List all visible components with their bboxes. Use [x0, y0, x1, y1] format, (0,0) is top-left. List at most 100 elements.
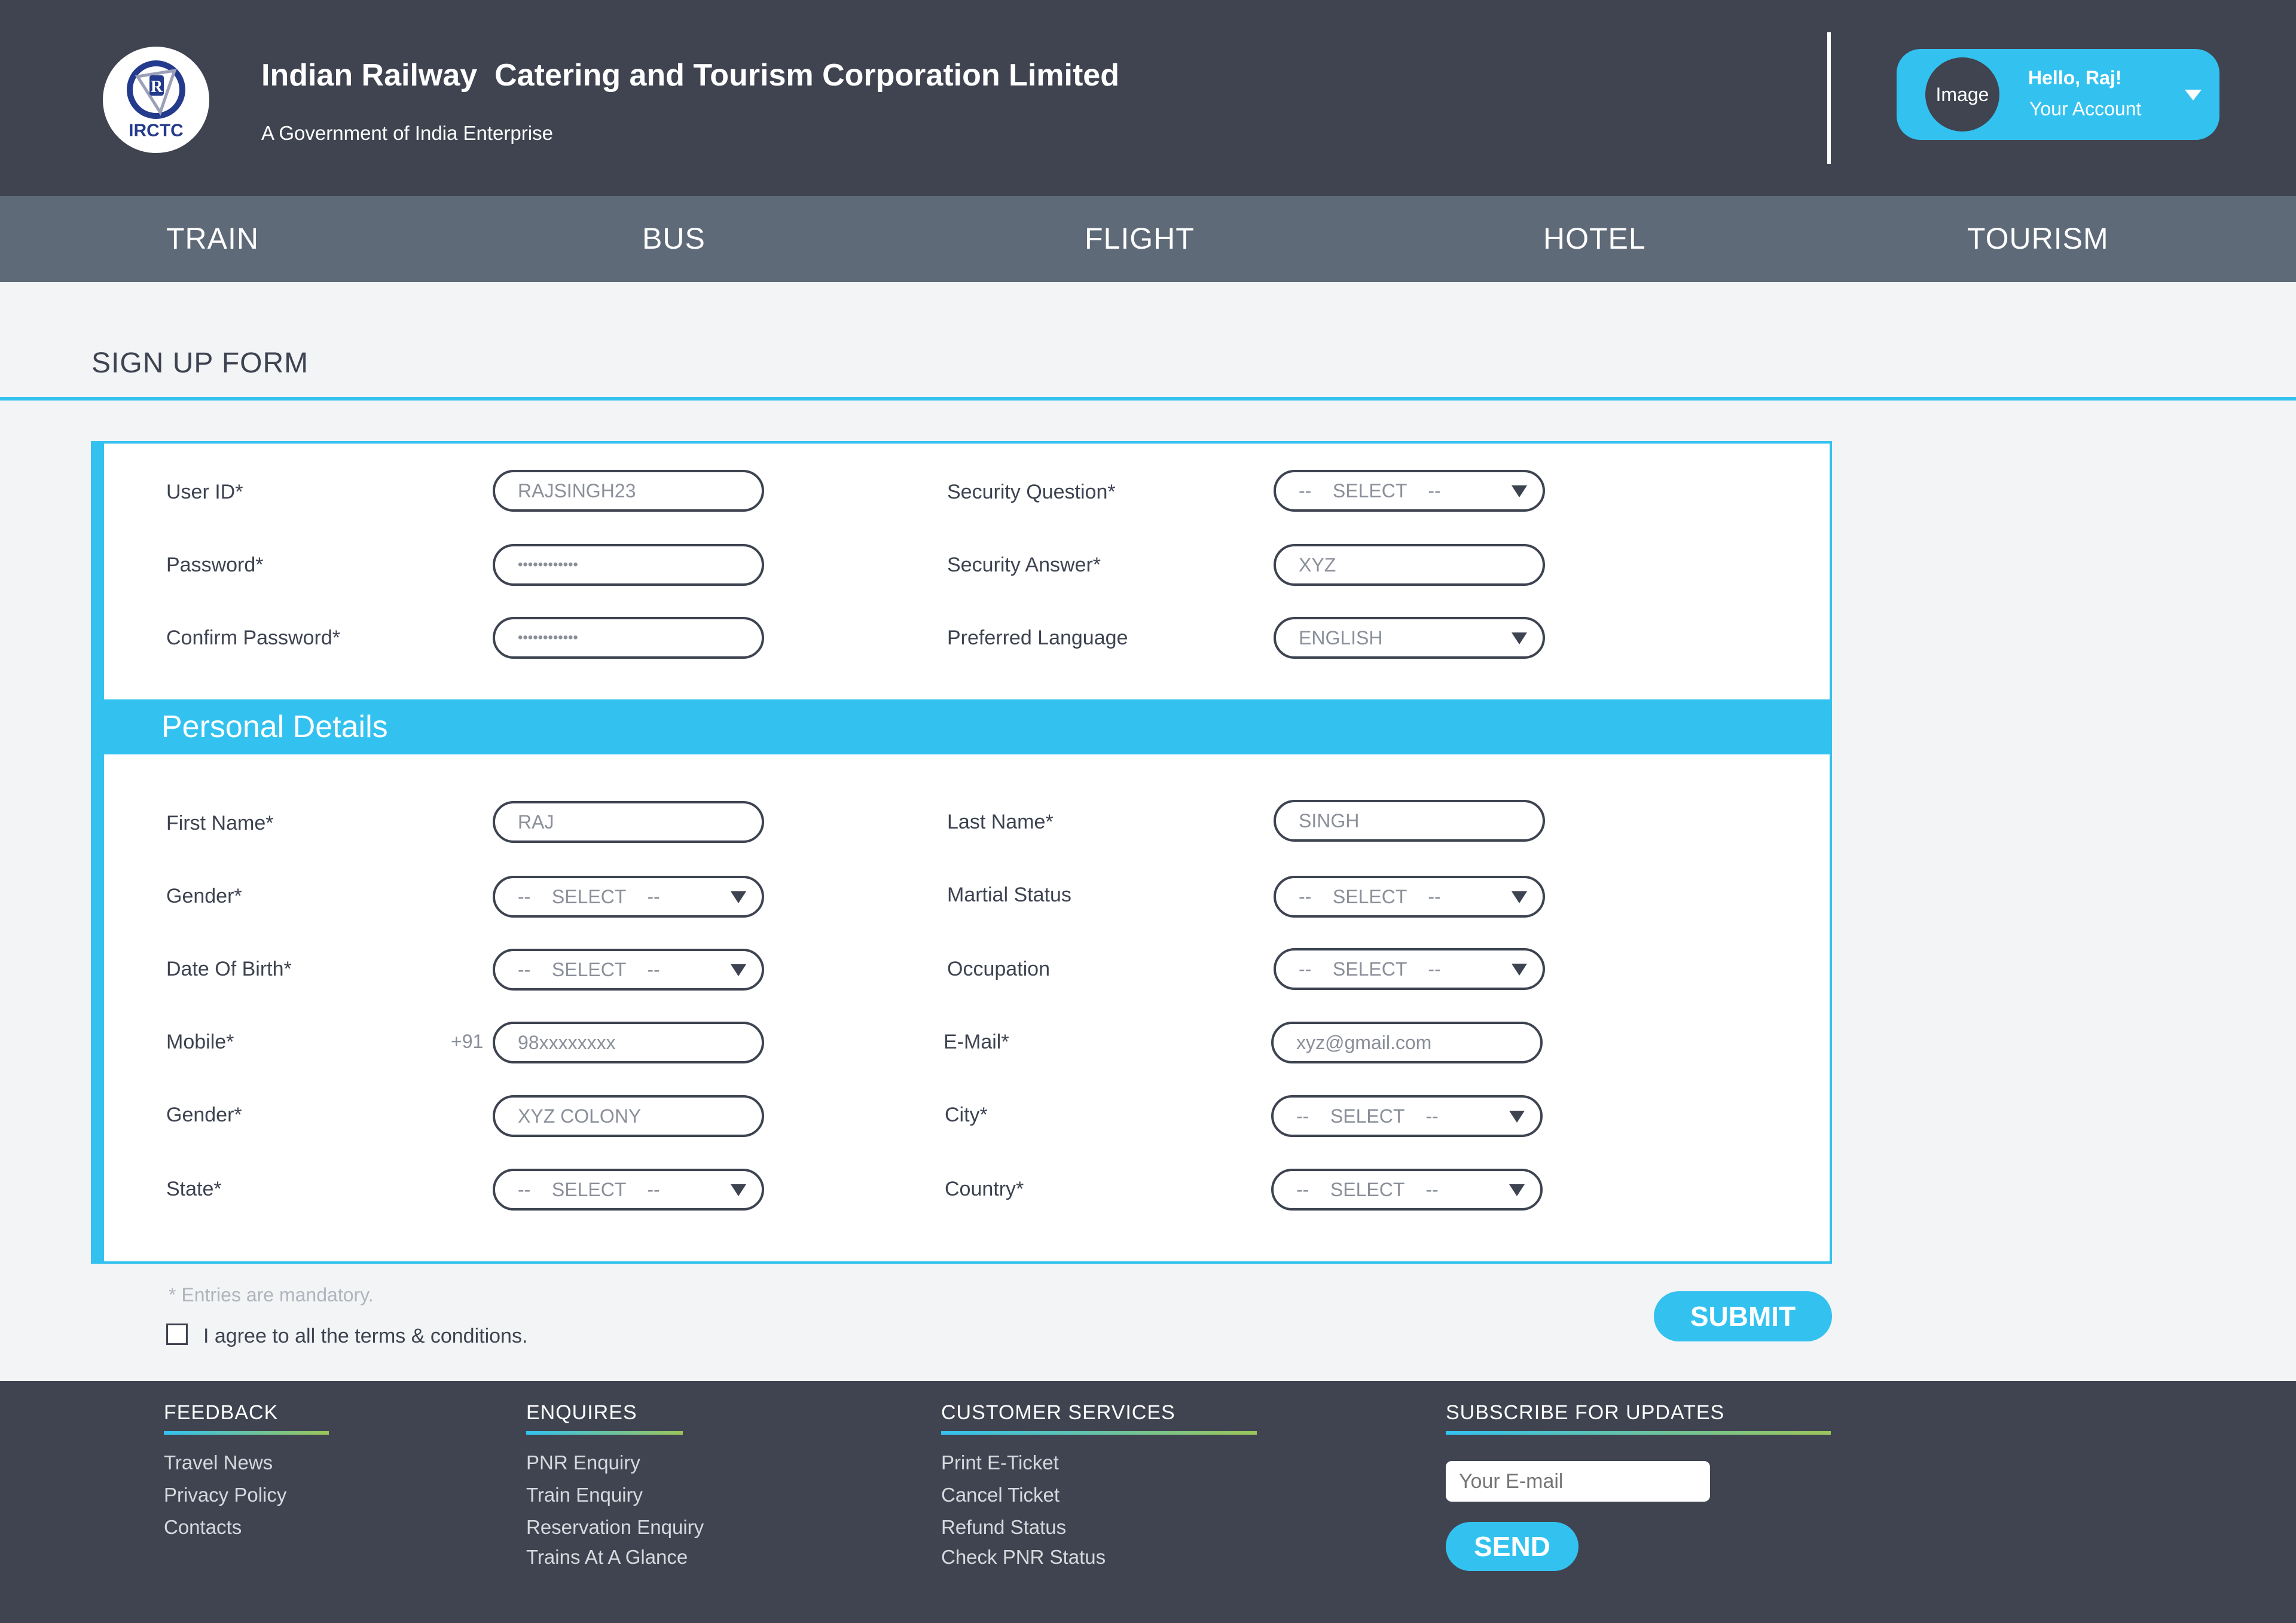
mobile-prefix: +91	[451, 1031, 484, 1052]
chevron-down-icon	[1512, 632, 1527, 644]
marital-status-label: Martial Status	[947, 884, 1071, 906]
address-input[interactable]: XYZ COLONY	[493, 1095, 764, 1137]
dob-value: -- SELECT --	[518, 959, 660, 980]
footer-heading-underline	[526, 1431, 683, 1435]
gender-value: -- SELECT --	[518, 886, 660, 907]
irctc-logo[interactable]: R IRCTC	[103, 47, 209, 153]
chevron-down-icon	[1512, 485, 1527, 497]
dob-select[interactable]: -- SELECT --	[493, 949, 764, 991]
city-value: -- SELECT --	[1296, 1105, 1439, 1127]
mobile-label: Mobile*	[166, 1031, 234, 1053]
state-select[interactable]: -- SELECT --	[493, 1169, 764, 1211]
user-id-input[interactable]: RAJSINGH23	[493, 470, 764, 512]
mandatory-note: * Entries are mandatory.	[169, 1284, 374, 1306]
footer-heading-subscribe: SUBSCRIBE FOR UPDATES	[1446, 1401, 1725, 1424]
last-name-input[interactable]: SINGH	[1274, 800, 1545, 842]
footer-link[interactable]: Print E-Ticket	[941, 1451, 1059, 1474]
security-answer-input[interactable]: XYZ	[1274, 544, 1545, 586]
avatar: Image	[1925, 57, 1999, 132]
terms-checkbox[interactable]	[166, 1324, 188, 1345]
address-label: Gender*	[166, 1104, 242, 1126]
preferred-language-label: Preferred Language	[947, 626, 1128, 649]
mobile-input[interactable]: 98xxxxxxxx	[493, 1022, 764, 1063]
account-menu-button[interactable]: Image Hello, Raj! Your Account	[1897, 49, 2219, 140]
footer-link[interactable]: Travel News	[164, 1451, 273, 1474]
state-value: -- SELECT --	[518, 1179, 660, 1200]
confirm-password-input[interactable]: ••••••••••••	[493, 617, 764, 659]
header: R IRCTC Indian Railway Catering and Tour…	[0, 0, 2296, 196]
nav-item-train[interactable]: TRAIN	[166, 221, 259, 256]
user-id-label: User ID*	[166, 481, 243, 503]
org-subtitle: A Government of India Enterprise	[261, 122, 553, 144]
submit-button[interactable]: SUBMIT	[1654, 1291, 1832, 1341]
security-question-select[interactable]: -- SELECT --	[1274, 470, 1545, 512]
footer-link[interactable]: Train Enquiry	[526, 1484, 643, 1506]
city-select[interactable]: -- SELECT --	[1271, 1095, 1543, 1137]
main-nav: TRAIN BUS FLIGHT HOTEL TOURISM	[0, 196, 2296, 282]
svg-text:R: R	[151, 78, 163, 96]
header-divider	[1827, 32, 1831, 164]
logo-text: IRCTC	[129, 121, 184, 140]
password-label: Password*	[166, 554, 264, 576]
footer-heading-customer-services: CUSTOMER SERVICES	[941, 1401, 1176, 1424]
occupation-value: -- SELECT --	[1299, 958, 1441, 980]
terms-label[interactable]: I agree to all the terms & conditions.	[203, 1325, 527, 1348]
occupation-select[interactable]: -- SELECT --	[1274, 948, 1545, 990]
marital-status-value: -- SELECT --	[1299, 886, 1441, 907]
chevron-down-icon[interactable]	[2185, 90, 2202, 100]
password-input[interactable]: ••••••••••••	[493, 544, 764, 586]
email-input[interactable]: xyz@gmail.com	[1271, 1022, 1543, 1063]
country-value: -- SELECT --	[1296, 1179, 1439, 1200]
footer-link[interactable]: Cancel Ticket	[941, 1484, 1060, 1506]
gender-label: Gender*	[166, 885, 242, 907]
footer-heading-enquires: ENQUIRES	[526, 1401, 637, 1424]
chevron-down-icon	[1512, 891, 1527, 903]
chevron-down-icon	[731, 1184, 746, 1196]
email-label: E-Mail*	[944, 1031, 1009, 1053]
your-account-link[interactable]: Your Account	[2029, 98, 2141, 120]
footer-link[interactable]: Refund Status	[941, 1516, 1066, 1539]
footer-heading-underline	[164, 1431, 329, 1435]
chevron-down-icon	[731, 964, 746, 976]
personal-details-header: Personal Details	[104, 699, 1832, 754]
confirm-password-label: Confirm Password*	[166, 626, 340, 649]
last-name-label: Last Name*	[947, 811, 1054, 833]
nav-item-tourism[interactable]: TOURISM	[1967, 221, 2109, 256]
nav-item-hotel[interactable]: HOTEL	[1543, 221, 1646, 256]
nav-item-bus[interactable]: BUS	[642, 221, 706, 256]
footer-link[interactable]: Check PNR Status	[941, 1546, 1106, 1569]
page-title: SIGN UP FORM	[91, 347, 309, 379]
footer-link[interactable]: Trains At A Glance	[526, 1546, 688, 1569]
footer-link[interactable]: Privacy Policy	[164, 1484, 286, 1506]
security-question-value: -- SELECT --	[1299, 480, 1441, 502]
chevron-down-icon	[1509, 1111, 1525, 1123]
state-label: State*	[166, 1178, 222, 1200]
footer-link[interactable]: Contacts	[164, 1516, 242, 1539]
footer: FEEDBACK Travel News Privacy Policy Cont…	[0, 1381, 2296, 1623]
section-title: Personal Details	[161, 710, 388, 744]
footer-heading-underline	[1446, 1431, 1831, 1435]
footer-heading-feedback: FEEDBACK	[164, 1401, 279, 1424]
city-label: City*	[945, 1104, 988, 1126]
subscribe-email-input[interactable]	[1446, 1461, 1710, 1502]
dob-label: Date Of Birth*	[166, 958, 292, 980]
preferred-language-select[interactable]: ENGLISH	[1274, 617, 1545, 659]
first-name-label: First Name*	[166, 812, 274, 835]
footer-link[interactable]: PNR Enquiry	[526, 1451, 640, 1474]
preferred-language-value: ENGLISH	[1299, 627, 1383, 649]
footer-heading-underline	[941, 1431, 1257, 1435]
security-answer-label: Security Answer*	[947, 554, 1101, 576]
nav-item-flight[interactable]: FLIGHT	[1085, 221, 1195, 256]
send-button[interactable]: SEND	[1446, 1522, 1578, 1571]
chevron-down-icon	[1512, 964, 1527, 976]
marital-status-select[interactable]: -- SELECT --	[1274, 876, 1545, 918]
country-label: Country*	[945, 1178, 1024, 1200]
country-select[interactable]: -- SELECT --	[1271, 1169, 1543, 1211]
gender-select[interactable]: -- SELECT --	[493, 876, 764, 918]
org-title: Indian Railway Catering and Tourism Corp…	[261, 58, 1119, 93]
title-divider	[0, 397, 2296, 401]
footer-link[interactable]: Reservation Enquiry	[526, 1516, 704, 1539]
first-name-input[interactable]: RAJ	[493, 801, 764, 843]
account-greeting: Hello, Raj!	[2028, 67, 2122, 88]
chevron-down-icon	[731, 891, 746, 903]
